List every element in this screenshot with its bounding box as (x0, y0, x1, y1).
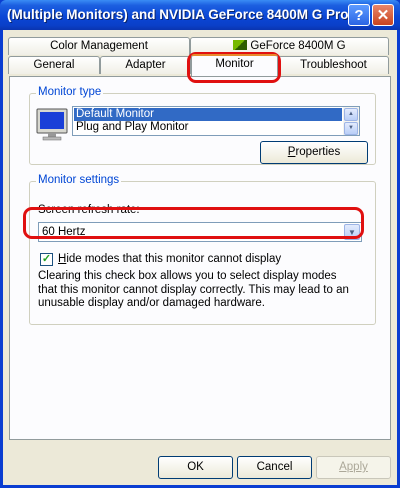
monitor-settings-label: Monitor settings (36, 174, 122, 186)
refresh-rate-label: Screen refresh rate: (38, 204, 140, 216)
apply-button[interactable]: Apply (316, 456, 391, 479)
hide-modes-help-text: Clearing this check box allows you to se… (38, 270, 349, 309)
tab-label: General (33, 59, 75, 71)
monitor-tab-panel: Monitor type Default Monitor Plug and Pl… (9, 76, 391, 440)
tab-label: Adapter (125, 59, 166, 71)
cancel-label: Cancel (256, 461, 293, 473)
dialog-client-area: Color Management GeForce 8400M G General… (3, 30, 397, 485)
tab-label: Color Management (50, 40, 148, 52)
apply-label: Apply (339, 461, 368, 473)
monitor-settings-group: Monitor settings Screen refresh rate: 60… (29, 174, 376, 325)
tab-adapter[interactable]: Adapter (100, 56, 191, 74)
refresh-rate-value: 60 Hertz (42, 226, 86, 238)
scroll-down-icon[interactable]: ▼ (344, 122, 358, 135)
help-button[interactable]: ? (348, 4, 370, 26)
tab-geforce[interactable]: GeForce 8400M G (190, 37, 389, 55)
hide-modes-label[interactable]: Hide modes that this monitor cannot disp… (58, 253, 281, 265)
close-button[interactable]: ✕ (372, 4, 394, 26)
monitor-type-label: Monitor type (36, 86, 104, 98)
hide-modes-checkbox[interactable]: ✓ (40, 253, 53, 266)
properties-button[interactable]: Properties (260, 141, 368, 164)
listbox-scrollbar[interactable]: ▲ ▼ (343, 107, 359, 135)
monitor-type-listbox[interactable]: Default Monitor Plug and Play Monitor ▲ … (72, 106, 360, 136)
scroll-up-icon[interactable]: ▲ (344, 108, 358, 121)
ok-label: OK (187, 461, 204, 473)
ok-button[interactable]: OK (158, 456, 233, 479)
tab-troubleshoot[interactable]: Troubleshoot (278, 56, 389, 74)
tab-label: GeForce 8400M G (250, 40, 346, 52)
tab-monitor[interactable]: Monitor (191, 54, 278, 76)
window-title: (Multiple Monitors) and NVIDIA GeForce 8… (7, 7, 360, 22)
cancel-button[interactable]: Cancel (237, 456, 312, 479)
close-icon: ✕ (376, 7, 390, 24)
title-bar[interactable]: (Multiple Monitors) and NVIDIA GeForce 8… (0, 0, 400, 30)
tab-label: Monitor (215, 58, 254, 70)
list-item-default-monitor[interactable]: Default Monitor (74, 108, 342, 121)
question-mark-icon: ? (354, 6, 364, 24)
monitor-type-group: Monitor type Default Monitor Plug and Pl… (29, 86, 376, 165)
tab-color-management[interactable]: Color Management (8, 37, 190, 55)
refresh-rate-select[interactable]: 60 Hertz ▼ (38, 222, 362, 242)
list-item-pnp-monitor[interactable]: Plug and Play Monitor (74, 121, 342, 134)
properties-label: roperties (295, 146, 341, 158)
nvidia-icon (233, 40, 248, 50)
display-properties-window: (Multiple Monitors) and NVIDIA GeForce 8… (0, 0, 400, 488)
hide-modes-text: ide modes that this monitor cannot displ… (66, 253, 282, 265)
chevron-down-icon[interactable]: ▼ (344, 224, 360, 240)
tab-label: Troubleshoot (300, 59, 367, 71)
tab-general[interactable]: General (8, 56, 100, 74)
monitor-icon (36, 108, 68, 141)
